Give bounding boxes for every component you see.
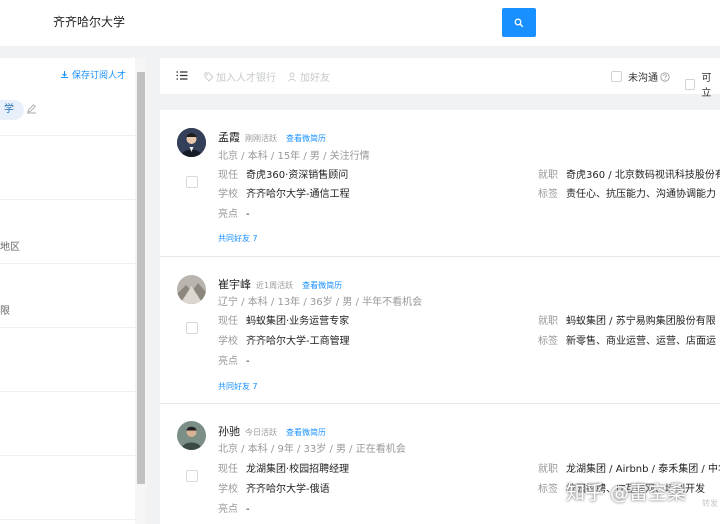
divider	[0, 135, 135, 136]
mutual-friends-link[interactable]: 共同好友 7	[218, 233, 258, 244]
tags-label: 标签	[538, 336, 558, 347]
current-label: 现任	[218, 464, 238, 475]
school-value: 齐齐哈尔大学-通信工程	[246, 189, 350, 200]
highlight-label: 亮点	[218, 504, 238, 515]
highlight-label: 亮点	[218, 356, 238, 367]
candidate-name[interactable]: 孙驰	[218, 425, 240, 438]
tags-label: 标签	[538, 189, 558, 200]
divider	[0, 391, 135, 392]
school-label: 学校	[218, 484, 238, 495]
candidate-meta: 辽宁 / 本科 / 13年 / 36岁 / 男 / 半年不看机会	[218, 297, 423, 308]
region-filter-text[interactable]: 地区	[0, 238, 20, 253]
past-jobs-label: 就职	[538, 170, 558, 181]
add-to-talent-bank-button[interactable]: 加入人才银行	[204, 69, 276, 84]
save-subscription-button[interactable]: 保存订阅人才	[60, 68, 126, 81]
school-label: 学校	[218, 189, 238, 200]
current-position: 龙湖集团·校园招聘经理	[246, 464, 350, 475]
school-filter-tag[interactable]: 学	[0, 100, 24, 120]
candidate-card[interactable]: 孟霞 刚刚活跃 查看微简历 北京 / 本科 / 15年 / 男 / 关注行情 现任奇…	[160, 110, 720, 256]
sidebar-scrollbar-thumb[interactable]	[137, 72, 145, 484]
select-checkbox[interactable]	[186, 176, 198, 188]
candidate-list: 孟霞 刚刚活跃 查看微简历 北京 / 本科 / 15年 / 男 / 关注行情 现任奇…	[160, 110, 720, 524]
avatar	[177, 128, 206, 157]
divider	[0, 519, 135, 520]
divider	[0, 263, 135, 264]
highlight-label: 亮点	[218, 209, 238, 220]
avatar	[177, 275, 206, 304]
past-jobs-label: 就职	[538, 464, 558, 475]
candidate-card[interactable]: 崔宇峰 近1周活跃 查看微简历 辽宁 / 本科 / 13年 / 36岁 / 男 / …	[160, 257, 720, 403]
watermark: 知乎 @雷空桑	[566, 482, 687, 504]
current-position: 奇虎360·资深销售顾问	[246, 170, 349, 181]
current-label: 现任	[218, 316, 238, 327]
list-toolbar: 加入人才银行 加好友 未沟通 可立	[160, 58, 720, 99]
help-icon	[660, 71, 670, 82]
select-checkbox[interactable]	[186, 470, 198, 482]
highlight-value: -	[246, 504, 250, 515]
not-contacted-label: 未沟通	[628, 73, 658, 84]
search-icon	[514, 18, 524, 27]
search-input[interactable]: 齐齐哈尔大学	[53, 13, 125, 30]
mutual-friends-link[interactable]: 共同好友 7	[218, 381, 258, 392]
candidate-name[interactable]: 崔宇峰	[218, 278, 251, 291]
add-friend-label: 加好友	[300, 73, 330, 84]
add-to-talent-bank-label: 加入人才银行	[216, 73, 276, 84]
avatar	[177, 421, 206, 450]
highlight-value: -	[246, 209, 250, 220]
limit-filter-text[interactable]: 限	[0, 302, 10, 317]
past-jobs-value: 蚂蚁集团 / 苏宁易购集团股份有限	[566, 316, 716, 327]
filter-sidebar: 保存订阅人才 学 地区 限	[0, 58, 135, 524]
tag-icon	[204, 72, 214, 82]
past-jobs-value: 龙湖集团 / Airbnb / 泰禾集团 / 中华	[566, 464, 720, 475]
download-icon	[60, 71, 68, 78]
school-value: 齐齐哈尔大学-俄语	[246, 484, 330, 495]
candidate-meta: 北京 / 本科 / 9年 / 33岁 / 男 / 正在看机会	[218, 444, 406, 455]
available-filter[interactable]: 可立	[685, 69, 720, 99]
add-friend-button[interactable]: 加好友	[288, 69, 330, 84]
tags-value: 新零售、商业运营、运营、店面运	[566, 336, 716, 347]
school-label: 学校	[218, 336, 238, 347]
view-resume-link[interactable]: 查看微简历	[302, 281, 342, 290]
divider	[0, 199, 135, 200]
current-position: 蚂蚁集团·业务运营专家	[246, 316, 350, 327]
past-jobs-value: 奇虎360 / 北京数码视讯科技股份有	[566, 170, 720, 181]
search-button[interactable]	[502, 8, 536, 37]
tags-value: 责任心、抗压能力、沟通协调能力	[566, 189, 716, 200]
past-jobs-label: 就职	[538, 316, 558, 327]
highlight-value: -	[246, 356, 250, 367]
top-bar: 齐齐哈尔大学	[0, 0, 720, 46]
not-contacted-checkbox[interactable]	[611, 71, 622, 82]
activity-status: 今日活跃	[245, 428, 277, 437]
divider	[0, 327, 135, 328]
candidate-name[interactable]: 孟霞	[218, 131, 240, 144]
view-resume-link[interactable]: 查看微简历	[286, 134, 326, 143]
view-resume-link[interactable]: 查看微简历	[286, 428, 326, 437]
not-contacted-filter[interactable]: 未沟通	[611, 69, 670, 84]
save-subscription-label: 保存订阅人才	[71, 71, 126, 81]
current-label: 现任	[218, 170, 238, 181]
tags-label: 标签	[538, 484, 558, 495]
activity-status: 近1周活跃	[256, 281, 294, 290]
available-label: 可立	[701, 73, 712, 99]
list-icon[interactable]	[176, 70, 188, 81]
activity-status: 刚刚活跃	[245, 134, 277, 143]
candidate-meta: 北京 / 本科 / 15年 / 男 / 关注行情	[218, 151, 370, 162]
edit-icon[interactable]	[26, 103, 37, 114]
user-add-icon	[288, 72, 296, 82]
select-checkbox[interactable]	[186, 322, 198, 334]
available-checkbox[interactable]	[685, 78, 696, 90]
divider	[0, 455, 135, 456]
school-value: 齐齐哈尔大学-工商管理	[246, 336, 350, 347]
candidate-card[interactable]: 孙驰 今日活跃 查看微简历 北京 / 本科 / 9年 / 33岁 / 男 / 正在看…	[160, 404, 720, 524]
watermark-sub: 转发	[702, 499, 718, 508]
